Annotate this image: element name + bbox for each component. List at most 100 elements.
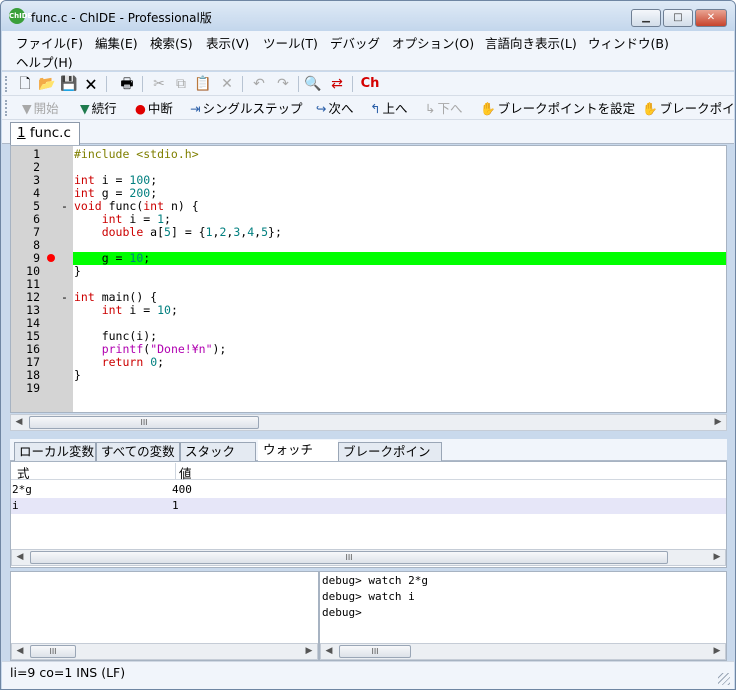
new-file-icon[interactable]: 🗋 (16, 75, 34, 93)
next-label: 次へ (328, 101, 354, 116)
single-step-button[interactable]: ⇥ シングルステップ (190, 100, 303, 118)
tab-breakpoints[interactable]: ブレークポイント (338, 442, 442, 476)
watch-panel: 式 値 2*g 400 i 1 ◀ III ▶ (10, 461, 727, 568)
clear-breakpoint-label: ブレークポイ (659, 101, 735, 116)
code-line[interactable]: 1 #include <stdio.h> (11, 148, 726, 161)
tab-all-variables[interactable]: すべての変数 (96, 442, 180, 461)
down-button[interactable]: ↳ 下へ (425, 100, 463, 118)
scroll-thumb[interactable]: III (339, 645, 411, 658)
clear-breakpoint-button[interactable]: ✋ ブレークポイ (642, 100, 735, 118)
ch-run-icon[interactable]: Ch (358, 75, 382, 93)
debug-tab-bar: ローカル変数 すべての変数 スタック ウォッチ ブレークポイント (10, 439, 727, 476)
menu-edit[interactable]: 編集(E) (95, 33, 138, 52)
menu-help[interactable]: ヘルプ(H) (16, 52, 73, 71)
status-text: li=9 co=1 INS (LF) (10, 665, 126, 680)
delete-icon[interactable]: ✕ (218, 75, 236, 93)
close-file-icon[interactable]: 🗙 (82, 75, 100, 93)
cut-icon[interactable]: ✂ (150, 75, 168, 93)
open-file-icon[interactable]: 📂 (38, 75, 56, 93)
menu-options[interactable]: オプション(O) (392, 33, 474, 52)
menu-search[interactable]: 検索(S) (150, 33, 193, 52)
output-horizontal-scrollbar[interactable]: ◀ III ▶ (11, 643, 318, 660)
print-icon[interactable]: 🖶 (118, 75, 136, 93)
code-line[interactable]: 9 g = 10; (11, 252, 726, 265)
tab-stack[interactable]: スタック (180, 442, 256, 461)
scroll-thumb[interactable]: III (30, 551, 668, 564)
code-line[interactable]: 13 int i = 10; (11, 304, 726, 317)
watch-expr: i (12, 499, 19, 512)
up-button[interactable]: ↰ 上へ (370, 100, 408, 118)
code-text: } (74, 368, 81, 382)
find-icon[interactable]: 🔍 (304, 75, 322, 93)
scroll-left-arrow-icon[interactable]: ◀ (12, 644, 28, 659)
value-column-header[interactable]: 値 (179, 463, 192, 482)
minimize-button[interactable]: ▁ (631, 9, 661, 27)
expr-column-header[interactable]: 式 (17, 463, 30, 482)
code-line[interactable]: 10} (11, 265, 726, 278)
output-panel[interactable]: ◀ III ▶ (10, 571, 319, 661)
menu-view[interactable]: 表示(V) (206, 33, 249, 52)
toolbar-separator (106, 76, 107, 92)
replace-icon[interactable]: ⇄ (328, 75, 346, 93)
code-line[interactable]: 17 return 0; (11, 356, 726, 369)
step-up-icon: ↰ (370, 101, 381, 116)
code-text: double a[5] = {1,2,3,4,5}; (101, 225, 282, 239)
hand-icon: ✋ (480, 101, 496, 116)
maximize-button[interactable]: □ (663, 9, 693, 27)
redo-icon[interactable]: ↷ (274, 75, 292, 93)
tab-local-variables[interactable]: ローカル変数 (14, 442, 96, 461)
debug-console[interactable]: debug> watch 2*g debug> watch i debug> ◀… (319, 571, 727, 661)
scroll-left-arrow-icon[interactable]: ◀ (11, 415, 27, 430)
copy-icon[interactable]: ⧉ (172, 75, 190, 93)
scroll-thumb[interactable]: III (29, 416, 259, 429)
menu-file[interactable]: ファイル(F) (16, 33, 83, 52)
code-line[interactable]: 19 (11, 382, 726, 395)
scroll-right-arrow-icon[interactable]: ▶ (709, 644, 725, 659)
console-horizontal-scrollbar[interactable]: ◀ III ▶ (320, 643, 726, 660)
paste-icon[interactable]: 📋 (194, 75, 212, 93)
code-line[interactable]: 7 double a[5] = {1,2,3,4,5}; (11, 226, 726, 239)
window-title: func.c - ChIDE - Professional版 (31, 11, 212, 25)
fold-toggle-icon[interactable]: - (61, 291, 68, 304)
console-prompt[interactable]: debug> (322, 605, 362, 621)
debug-toolbar: ▼ 開始 ▼ 続行 ● 中断 ⇥ シングルステップ ↪ 次へ ↰ 上へ ↳ 下へ ✋ ブレークポ… (2, 96, 735, 120)
undo-icon[interactable]: ↶ (250, 75, 268, 93)
current-line-highlight (73, 252, 726, 265)
toolbar-grip[interactable] (5, 100, 8, 116)
toolbar-separator (298, 76, 299, 92)
watch-row[interactable]: 2*g 400 (11, 482, 726, 498)
tab-watch[interactable]: ウォッチ (258, 440, 338, 461)
save-icon[interactable]: 💾 (60, 75, 78, 93)
tab-func-c[interactable]: 1 func.c (10, 122, 80, 145)
watch-horizontal-scrollbar[interactable]: ◀ III ▶ (11, 549, 726, 566)
toolbar-grip[interactable] (5, 76, 8, 92)
menu-window[interactable]: ウィンドウ(B) (588, 33, 669, 52)
next-button[interactable]: ↪ 次へ (316, 100, 354, 118)
scroll-left-arrow-icon[interactable]: ◀ (321, 644, 337, 659)
fold-toggle-icon[interactable]: - (61, 200, 68, 213)
breakpoint-icon[interactable] (47, 254, 55, 262)
menu-debug[interactable]: デバッグ (330, 33, 380, 52)
scroll-thumb[interactable]: III (30, 645, 76, 658)
code-editor[interactable]: 1 #include <stdio.h> 2 3 int i = 100; 4 int g … (10, 145, 727, 413)
start-button[interactable]: ▼ 開始 (22, 100, 59, 118)
editor-horizontal-scrollbar[interactable]: ◀ III ▶ (10, 414, 727, 431)
scroll-left-arrow-icon[interactable]: ◀ (12, 550, 28, 565)
continue-button[interactable]: ▼ 続行 (80, 100, 117, 118)
scroll-right-arrow-icon[interactable]: ▶ (710, 415, 726, 430)
column-divider[interactable] (175, 463, 176, 479)
resize-grip-icon[interactable] (718, 673, 730, 685)
code-line[interactable]: 18} (11, 369, 726, 382)
watch-row[interactable]: i 1 (11, 498, 726, 514)
continue-label: 続行 (91, 101, 117, 116)
set-breakpoint-button[interactable]: ✋ ブレークポイントを設定 (480, 100, 635, 118)
menu-tools[interactable]: ツール(T) (263, 33, 318, 52)
scroll-right-arrow-icon[interactable]: ▶ (709, 550, 725, 565)
menu-language[interactable]: 言語向き表示(L) (485, 33, 577, 52)
watch-value: 400 (172, 483, 192, 496)
close-button[interactable]: ✕ (695, 9, 727, 27)
watch-expr: 2*g (12, 483, 32, 496)
set-breakpoint-label: ブレークポイントを設定 (497, 101, 636, 116)
scroll-right-arrow-icon[interactable]: ▶ (301, 644, 317, 659)
break-button[interactable]: ● 中断 (135, 100, 173, 118)
